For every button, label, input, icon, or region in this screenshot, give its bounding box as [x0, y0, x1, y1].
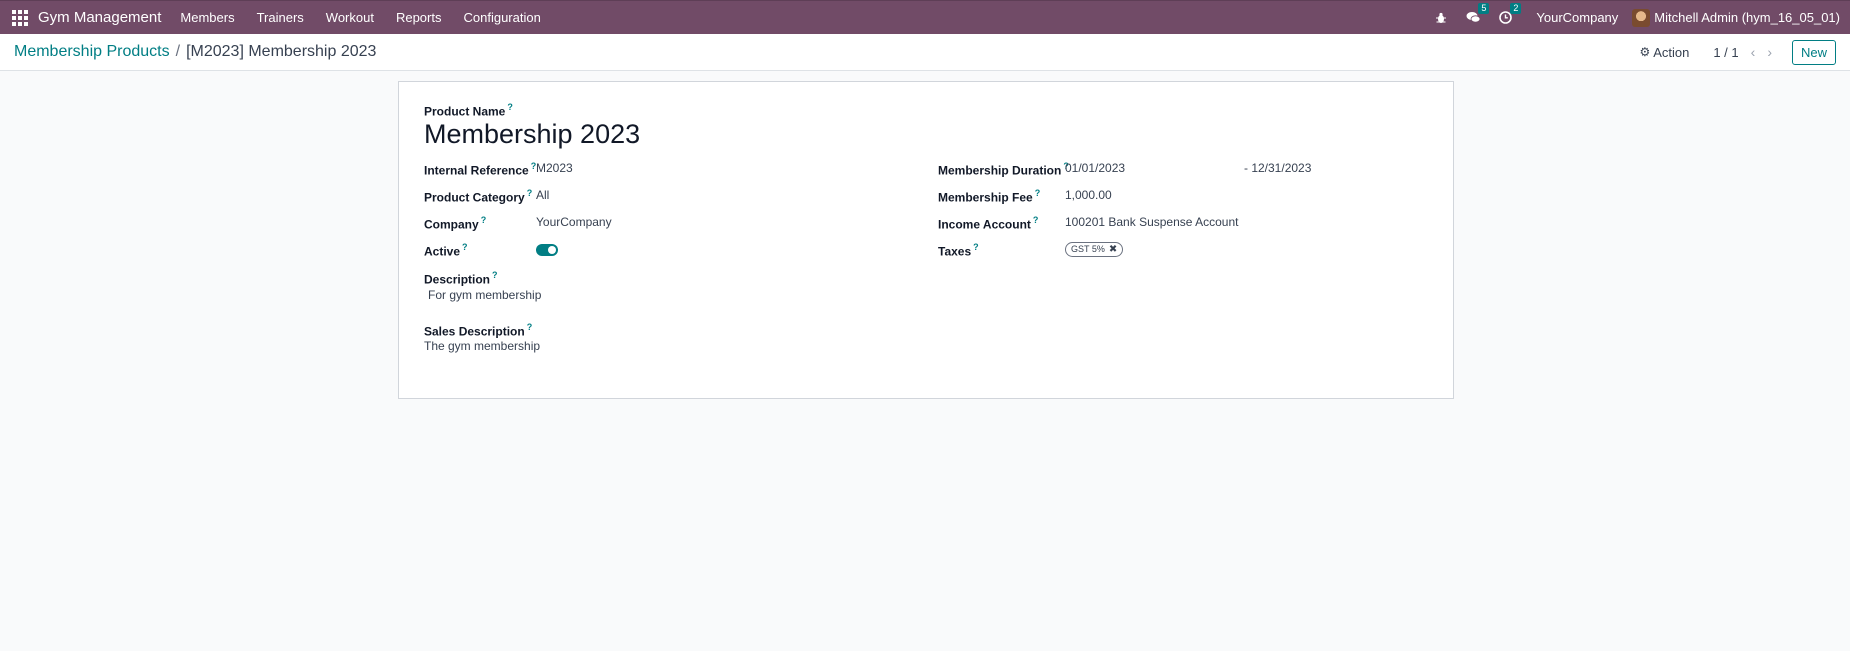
company-field[interactable]: YourCompany	[536, 215, 612, 229]
help-tooltip-icon[interactable]: ?	[527, 322, 533, 332]
tax-tag[interactable]: GST 5% ✖	[1065, 241, 1124, 257]
user-name: Mitchell Admin (hym_16_05_01)	[1654, 10, 1840, 25]
activities-clock-icon[interactable]: 2	[1496, 2, 1522, 27]
form-sheet: Product Name? Membership 2023 Internal R…	[398, 81, 1454, 399]
pager-value[interactable]: 1 / 1	[1713, 45, 1738, 60]
help-tooltip-icon[interactable]: ?	[507, 102, 513, 112]
income-account-field[interactable]: 100201 Bank Suspense Account	[1065, 215, 1238, 229]
breadcrumb-separator: /	[175, 43, 181, 60]
active-toggle[interactable]	[536, 244, 558, 256]
pager-previous-icon[interactable]: ‹	[1751, 44, 1756, 60]
control-panel: Membership Products / [M2023] Membership…	[0, 34, 1850, 71]
company-switcher[interactable]: YourCompany	[1536, 10, 1618, 25]
breadcrumb-current-record: [M2023] Membership 2023	[186, 43, 377, 60]
help-tooltip-icon[interactable]: ?	[973, 242, 979, 252]
product-name-field[interactable]: Membership 2023	[424, 119, 640, 150]
menu-trainers[interactable]: Trainers	[257, 10, 304, 25]
pager-next-icon[interactable]: ›	[1767, 44, 1772, 60]
new-button[interactable]: New	[1791, 39, 1836, 65]
internal-reference-field[interactable]: M2023	[536, 161, 573, 175]
activities-count-badge: 2	[1510, 2, 1522, 14]
product-name-label: Product Name	[424, 104, 506, 119]
product-category-label: Product Category	[424, 190, 525, 205]
messages-icon[interactable]: 5	[1464, 2, 1490, 27]
help-tooltip-icon[interactable]: ?	[492, 270, 498, 280]
action-label: Action	[1653, 44, 1690, 60]
product-category-field[interactable]: All	[536, 188, 549, 202]
debug-bug-icon[interactable]	[1432, 9, 1450, 27]
income-account-label: Income Account	[938, 217, 1031, 232]
description-field[interactable]: For gym membership	[428, 288, 541, 302]
menu-workout[interactable]: Workout	[326, 10, 374, 25]
navbar-systray: 5 2 YourCompany Mitchell Admin (hym_16_0…	[1432, 2, 1840, 27]
membership-date-to-field[interactable]: - 12/31/2023	[1244, 161, 1311, 175]
app-brand[interactable]: Gym Management	[38, 9, 161, 26]
apps-menu-icon[interactable]	[12, 9, 28, 26]
breadcrumb-membership-products[interactable]: Membership Products	[14, 43, 170, 61]
help-tooltip-icon[interactable]: ?	[527, 188, 533, 198]
membership-date-from-field[interactable]: 01/01/2023	[1065, 161, 1125, 175]
user-menu[interactable]: Mitchell Admin (hym_16_05_01)	[1632, 8, 1840, 27]
membership-duration-label: Membership Duration	[938, 163, 1062, 178]
tax-tag-label: GST 5%	[1071, 244, 1105, 254]
taxes-label: Taxes	[938, 244, 972, 259]
help-tooltip-icon[interactable]: ?	[462, 242, 468, 252]
top-navbar: Gym Management Members Trainers Workout …	[0, 0, 1850, 34]
membership-fee-field[interactable]: 1,000.00	[1065, 188, 1112, 202]
breadcrumb: Membership Products / [M2023] Membership…	[14, 43, 376, 61]
help-tooltip-icon[interactable]: ?	[481, 215, 487, 225]
menu-members[interactable]: Members	[180, 10, 234, 25]
remove-tag-icon[interactable]: ✖	[1109, 244, 1117, 255]
menu-configuration[interactable]: Configuration	[463, 10, 540, 25]
action-button[interactable]: ⚙ Action	[1639, 45, 1689, 60]
help-tooltip-icon[interactable]: ?	[1033, 215, 1039, 225]
company-label: Company	[424, 217, 479, 232]
avatar	[1632, 8, 1651, 27]
active-label: Active	[424, 244, 461, 259]
sales-description-field[interactable]: The gym membership	[424, 339, 540, 353]
messages-count-badge: 5	[1478, 2, 1490, 14]
sales-description-label: Sales Description	[424, 324, 525, 339]
menu-reports[interactable]: Reports	[396, 10, 442, 25]
control-panel-right: ⚙ Action 1 / 1 ‹ › New	[1639, 39, 1836, 65]
membership-fee-label: Membership Fee	[938, 190, 1033, 205]
internal-reference-label: Internal Reference	[424, 163, 529, 178]
help-tooltip-icon[interactable]: ?	[1035, 188, 1041, 198]
description-label: Description	[424, 272, 491, 287]
gear-icon: ⚙	[1639, 45, 1651, 59]
